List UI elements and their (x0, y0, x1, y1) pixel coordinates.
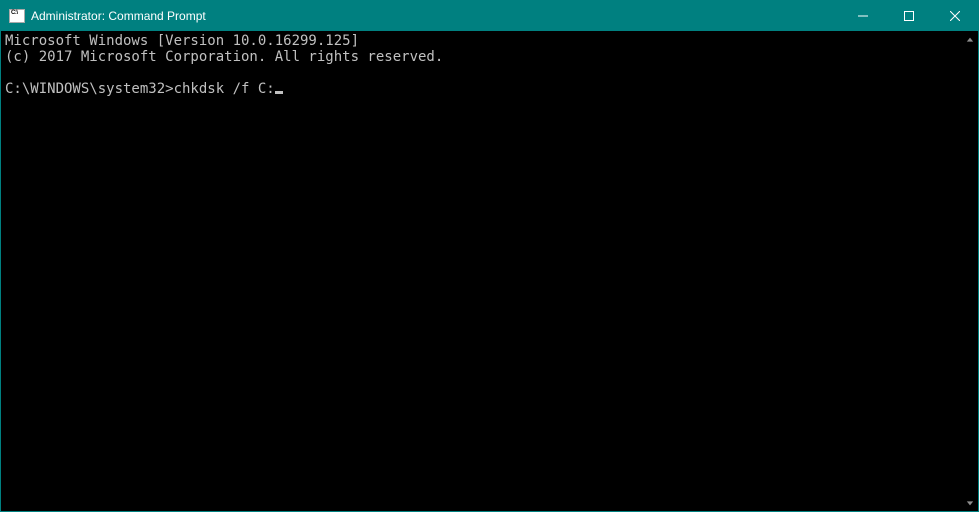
minimize-icon (858, 11, 868, 21)
window-controls (840, 1, 978, 31)
cmd-icon: C:\ (9, 9, 25, 23)
close-button[interactable] (932, 1, 978, 31)
output-blank (5, 65, 961, 81)
prompt-line: C:\WINDOWS\system32>chkdsk /f C: (5, 81, 961, 97)
window-title: Administrator: Command Prompt (31, 9, 840, 23)
output-line: Microsoft Windows [Version 10.0.16299.12… (5, 33, 961, 49)
command-prompt-window: C:\ Administrator: Command Prompt Micros… (0, 0, 979, 512)
scroll-down-button[interactable] (961, 494, 978, 511)
scroll-up-button[interactable] (961, 31, 978, 48)
vertical-scrollbar[interactable] (961, 31, 978, 511)
maximize-icon (904, 11, 914, 21)
output-line: (c) 2017 Microsoft Corporation. All righ… (5, 49, 961, 65)
close-icon (950, 11, 960, 21)
command-text: chkdsk /f C: (174, 81, 275, 97)
chevron-down-icon (966, 499, 974, 507)
minimize-button[interactable] (840, 1, 886, 31)
cursor (275, 91, 283, 94)
window-body: Microsoft Windows [Version 10.0.16299.12… (1, 31, 978, 511)
terminal-output[interactable]: Microsoft Windows [Version 10.0.16299.12… (1, 31, 961, 511)
chevron-up-icon (966, 36, 974, 44)
titlebar[interactable]: C:\ Administrator: Command Prompt (1, 1, 978, 31)
maximize-button[interactable] (886, 1, 932, 31)
prompt-path: C:\WINDOWS\system32> (5, 81, 174, 97)
